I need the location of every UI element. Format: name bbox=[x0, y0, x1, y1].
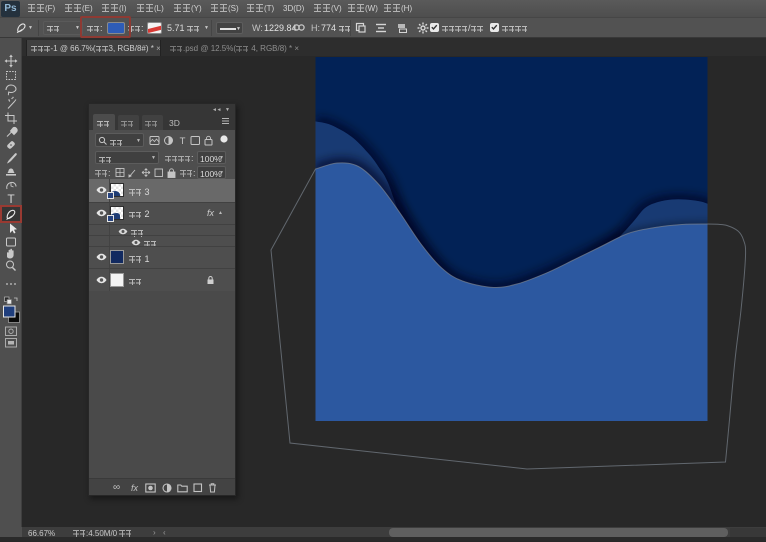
svg-text:T: T bbox=[7, 192, 15, 206]
svg-text:T: T bbox=[180, 136, 186, 146]
